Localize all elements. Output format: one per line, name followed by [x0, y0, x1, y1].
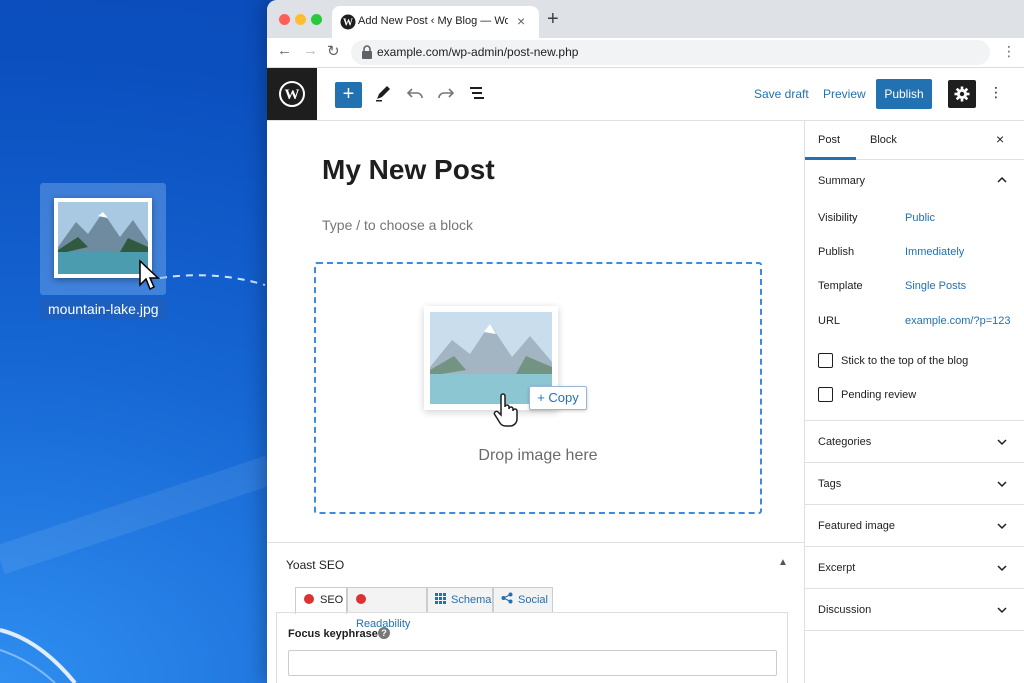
sticky-checkbox-label[interactable]: Stick to the top of the blog — [841, 355, 968, 367]
tab-strip: W Add New Post ‹ My Blog — WordPress × + — [267, 0, 1024, 38]
browser-toolbar: ← → ↻ example.com/wp-admin/post-new.php … — [267, 38, 1024, 68]
summary-panel: Summary Visibility Public Publish Immedi… — [805, 160, 1024, 421]
wordpress-logo-icon: W — [279, 81, 305, 107]
new-tab-button[interactable]: + — [547, 9, 559, 29]
block-placeholder[interactable]: Type / to choose a block — [322, 217, 473, 233]
options-menu-icon[interactable]: ⋮ — [989, 84, 1003, 101]
discussion-title: Discussion — [818, 604, 872, 616]
categories-title: Categories — [818, 436, 872, 448]
discussion-panel[interactable]: Discussion — [805, 589, 1024, 631]
redo-icon[interactable] — [436, 83, 456, 103]
browser-menu-icon[interactable]: ⋮ — [1002, 43, 1016, 60]
close-sidebar-icon[interactable]: × — [996, 131, 1004, 147]
summary-title[interactable]: Summary — [818, 175, 865, 187]
grid-icon — [435, 593, 446, 604]
copy-badge: + Copy — [529, 386, 587, 410]
document-overview-icon[interactable] — [467, 83, 487, 103]
back-arrow-icon[interactable]: ← — [277, 42, 292, 59]
tab-post[interactable]: Post — [818, 134, 840, 146]
desktop-file-name: mountain-lake.jpg — [40, 298, 167, 320]
tags-title: Tags — [818, 478, 842, 490]
focus-keyphrase-input[interactable] — [288, 650, 777, 676]
gear-icon — [954, 86, 970, 102]
maximize-window-button[interactable] — [311, 14, 322, 25]
chevron-down-icon — [997, 607, 1007, 614]
excerpt-panel[interactable]: Excerpt — [805, 547, 1024, 589]
publish-label: Publish — [818, 246, 855, 258]
featured-image-panel[interactable]: Featured image — [805, 505, 1024, 547]
forward-arrow-icon[interactable]: → — [303, 42, 318, 59]
pending-review-checkbox[interactable] — [818, 387, 833, 402]
yoast-seo-tab-panel: Focus keyphrase ? — [276, 612, 788, 683]
drop-instruction: Drop image here — [478, 447, 598, 464]
desktop-file-icon[interactable]: mountain-lake.jpg — [40, 183, 167, 320]
address-url: example.com/wp-admin/post-new.php — [377, 45, 579, 59]
seo-status-dot-icon — [304, 594, 314, 604]
pending-review-label[interactable]: Pending review — [841, 389, 916, 401]
tab-seo[interactable]: SEO — [295, 587, 347, 614]
chevron-down-icon — [997, 523, 1007, 530]
share-icon — [501, 592, 513, 604]
pencil-tools-icon[interactable] — [373, 83, 393, 103]
minimize-window-button[interactable] — [295, 14, 306, 25]
yoast-title: Yoast SEO — [286, 558, 345, 572]
publish-button[interactable]: Publish — [876, 79, 932, 109]
add-block-button[interactable]: + — [335, 82, 362, 108]
chevron-up-icon[interactable] — [997, 175, 1007, 185]
settings-sidebar: Post Block × Summary Visibility Public P… — [804, 121, 1024, 683]
wp-editor-header: W + Save draft Preview Publish ⋮ — [267, 68, 1024, 121]
readability-status-dot-icon — [356, 594, 366, 604]
featured-image-title: Featured image — [818, 520, 896, 532]
tab-close-icon[interactable]: × — [517, 13, 525, 29]
mouse-pointer-icon — [139, 259, 160, 291]
tab-block[interactable]: Block — [870, 134, 897, 146]
sticky-checkbox[interactable] — [818, 353, 833, 368]
lock-icon — [362, 45, 372, 59]
post-title[interactable]: My New Post — [322, 154, 495, 186]
image-dropzone[interactable]: + Copy Drop image here — [314, 262, 762, 514]
hand-pointer-icon — [493, 393, 518, 427]
chevron-down-icon — [997, 565, 1007, 572]
preview-button[interactable]: Preview — [823, 87, 866, 101]
categories-panel[interactable]: Categories — [805, 421, 1024, 463]
tab-schema[interactable]: Schema — [427, 587, 493, 613]
tab-title: Add New Post ‹ My Blog — WordPress — [358, 15, 508, 27]
excerpt-title: Excerpt — [818, 562, 856, 574]
wordpress-favicon-icon: W — [340, 14, 356, 30]
chevron-down-icon — [997, 481, 1007, 488]
tags-panel[interactable]: Tags — [805, 463, 1024, 505]
template-value[interactable]: Single Posts — [905, 280, 966, 292]
undo-icon[interactable] — [405, 83, 425, 103]
reload-icon[interactable]: ↻ — [327, 42, 340, 60]
yoast-seo-panel: Yoast SEO ▲ SEO Readability Schema Socia… — [267, 542, 804, 683]
save-draft-button[interactable]: Save draft — [754, 87, 809, 101]
tab-readability[interactable]: Readability — [347, 587, 427, 630]
tab-social[interactable]: Social — [493, 587, 553, 613]
close-window-button[interactable] — [279, 14, 290, 25]
settings-button[interactable] — [948, 80, 976, 108]
wordpress-logo-button[interactable]: W — [267, 68, 317, 120]
publish-value[interactable]: Immediately — [905, 246, 964, 258]
visibility-label: Visibility — [818, 212, 858, 224]
browser-tab-active[interactable]: W Add New Post ‹ My Blog — WordPress × — [332, 6, 539, 38]
sidebar-tabs: Post Block × — [805, 121, 1024, 160]
address-bar[interactable]: example.com/wp-admin/post-new.php — [351, 40, 990, 65]
collapse-caret-icon[interactable]: ▲ — [778, 557, 788, 568]
template-label: Template — [818, 280, 863, 292]
help-icon[interactable]: ? — [378, 627, 390, 639]
url-value[interactable]: example.com/?p=123 — [905, 315, 1010, 327]
browser-window: W Add New Post ‹ My Blog — WordPress × +… — [267, 0, 1024, 683]
svg-text:W: W — [343, 18, 353, 29]
svg-text:W: W — [285, 87, 300, 103]
visibility-value[interactable]: Public — [905, 212, 935, 224]
url-label: URL — [818, 315, 841, 327]
chevron-down-icon — [997, 439, 1007, 446]
focus-keyphrase-label: Focus keyphrase — [288, 628, 378, 640]
